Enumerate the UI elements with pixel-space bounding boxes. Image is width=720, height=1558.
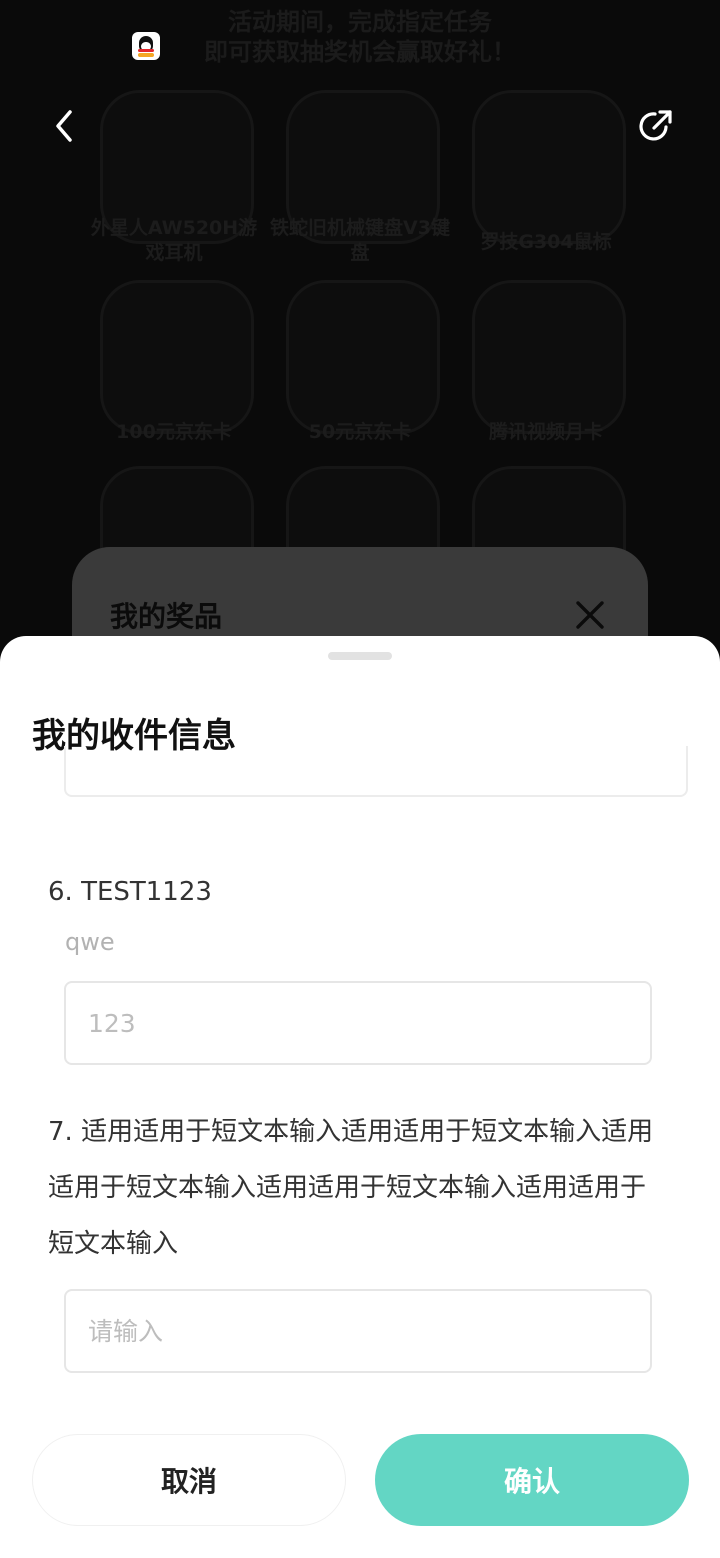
question-6-label: 6. TEST1123	[48, 877, 212, 907]
drag-handle[interactable]	[328, 652, 392, 660]
prize-tile	[286, 280, 440, 434]
prize-tile	[472, 90, 626, 244]
my-prizes-title: 我的奖品	[110, 600, 223, 633]
qq-logo-icon	[132, 32, 160, 60]
share-icon	[639, 110, 672, 141]
prize-label: 腾讯视频月卡	[488, 421, 603, 443]
share-button[interactable]	[634, 104, 678, 148]
question-7-input[interactable]	[64, 1289, 652, 1373]
question-6-description: qwe	[65, 928, 115, 956]
back-button[interactable]	[42, 104, 86, 148]
banner-line-2: 即可获取抽奖机会赢取好礼！	[204, 38, 516, 66]
shipping-info-sheet: 我的收件信息 6. TEST1123 qwe 7. 适用适用于短文本输入适用适用…	[0, 636, 720, 1558]
chevron-left-icon	[56, 110, 72, 142]
prize-label: 50元京东卡	[308, 421, 412, 443]
question-7-label: 7. 适用适用于短文本输入适用适用于短文本输入适用适用于短文本输入适用适用于短文…	[48, 1117, 654, 1259]
confirm-button[interactable]: 确认	[375, 1434, 689, 1526]
prize-label: 罗技G304鼠标	[480, 231, 612, 253]
prize-label: 100元京东卡	[116, 421, 232, 443]
prize-tile	[472, 280, 626, 434]
question-6-input[interactable]	[64, 981, 652, 1065]
prize-tile	[100, 280, 254, 434]
prize-label: 外星人AW520H游戏耳机	[90, 217, 258, 264]
close-icon[interactable]	[572, 597, 608, 633]
previous-input-field[interactable]	[64, 746, 688, 797]
prize-label: 铁蛇旧机械键盘V3键盘	[270, 217, 450, 264]
cancel-button[interactable]: 取消	[32, 1434, 346, 1526]
